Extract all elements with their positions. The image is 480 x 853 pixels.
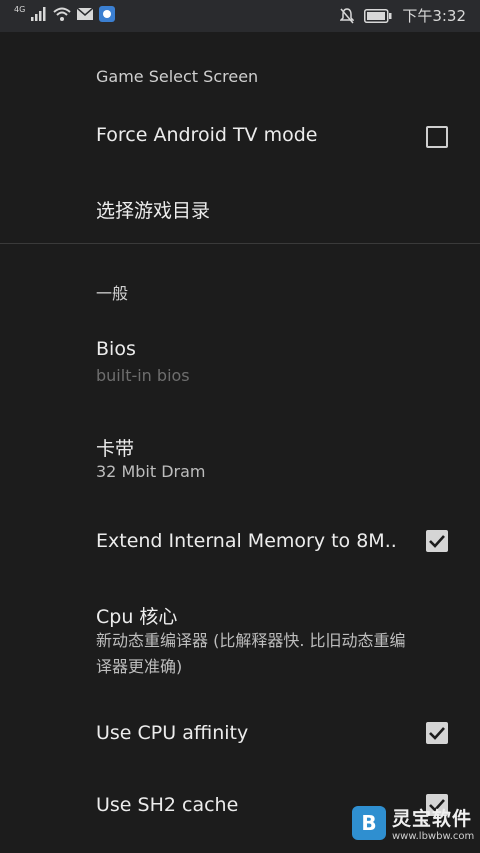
- settings-list: Game Select Screen Force Android TV mode…: [0, 32, 480, 853]
- pref-cpu-core-title: Cpu 核心: [96, 606, 178, 628]
- clock: 下午3:32: [402, 7, 466, 25]
- extend-memory-checkbox[interactable]: [426, 530, 448, 552]
- pref-cpu-core[interactable]: Cpu 核心 新动态重编译器 (比解释器快. 比旧动态重编 译器更准确): [0, 588, 480, 698]
- pref-cpu-core-summary-line1: 新动态重编译器 (比解释器快. 比旧动态重编: [96, 631, 406, 650]
- pref-extend-memory-title: Extend Internal Memory to 8M..: [96, 530, 397, 552]
- checkmark-icon: [429, 535, 445, 548]
- category-general: 一般: [96, 284, 129, 303]
- pref-force-android-tv-title: Force Android TV mode: [96, 124, 318, 146]
- mute-bell-icon: [340, 7, 355, 23]
- signal-icon: [31, 7, 46, 21]
- pref-bios[interactable]: Bios built-in bios: [0, 322, 480, 398]
- pref-bios-title: Bios: [96, 338, 136, 360]
- pref-cpu-affinity-title: Use CPU affinity: [96, 722, 249, 744]
- force-android-tv-checkbox[interactable]: [426, 126, 448, 148]
- pref-bios-summary: built-in bios: [96, 366, 190, 385]
- pref-sh2-cache-title: Use SH2 cache: [96, 794, 239, 816]
- pref-extend-memory[interactable]: Extend Internal Memory to 8M..: [0, 508, 480, 576]
- section-divider: [0, 243, 480, 244]
- app-notification-icon: [99, 6, 116, 22]
- category-game-select: Game Select Screen: [96, 67, 259, 86]
- watermark-name: 灵宝软件: [392, 808, 473, 830]
- pref-cpu-affinity[interactable]: Use CPU affinity: [0, 702, 480, 770]
- cpu-affinity-checkbox[interactable]: [426, 722, 448, 744]
- watermark: B 灵宝软件 www.lbwbw.com: [352, 804, 474, 842]
- pref-cpu-core-summary-line2: 译器更准确): [96, 657, 183, 676]
- pref-cartridge-title: 卡带: [96, 438, 135, 460]
- pref-game-directory[interactable]: 选择游戏目录: [0, 174, 480, 242]
- watermark-url: www.lbwbw.com: [392, 831, 475, 842]
- mail-icon: [77, 8, 94, 20]
- watermark-text: 灵宝软件 www.lbwbw.com: [392, 804, 474, 842]
- pref-cartridge[interactable]: 卡带 32 Mbit Dram: [0, 418, 480, 494]
- pref-force-android-tv[interactable]: Force Android TV mode: [0, 102, 480, 170]
- wifi-icon: [53, 7, 71, 21]
- battery-icon: [364, 8, 392, 23]
- pref-cartridge-summary: 32 Mbit Dram: [96, 462, 206, 481]
- status-left: 4G: [14, 4, 116, 22]
- status-bar: 4G 下午3:32: [0, 0, 480, 32]
- pref-game-directory-title: 选择游戏目录: [96, 200, 211, 222]
- status-right: 下午3:32: [340, 5, 466, 26]
- network-type: 4G: [14, 4, 26, 14]
- watermark-logo: B: [352, 806, 386, 840]
- checkmark-icon: [429, 727, 445, 740]
